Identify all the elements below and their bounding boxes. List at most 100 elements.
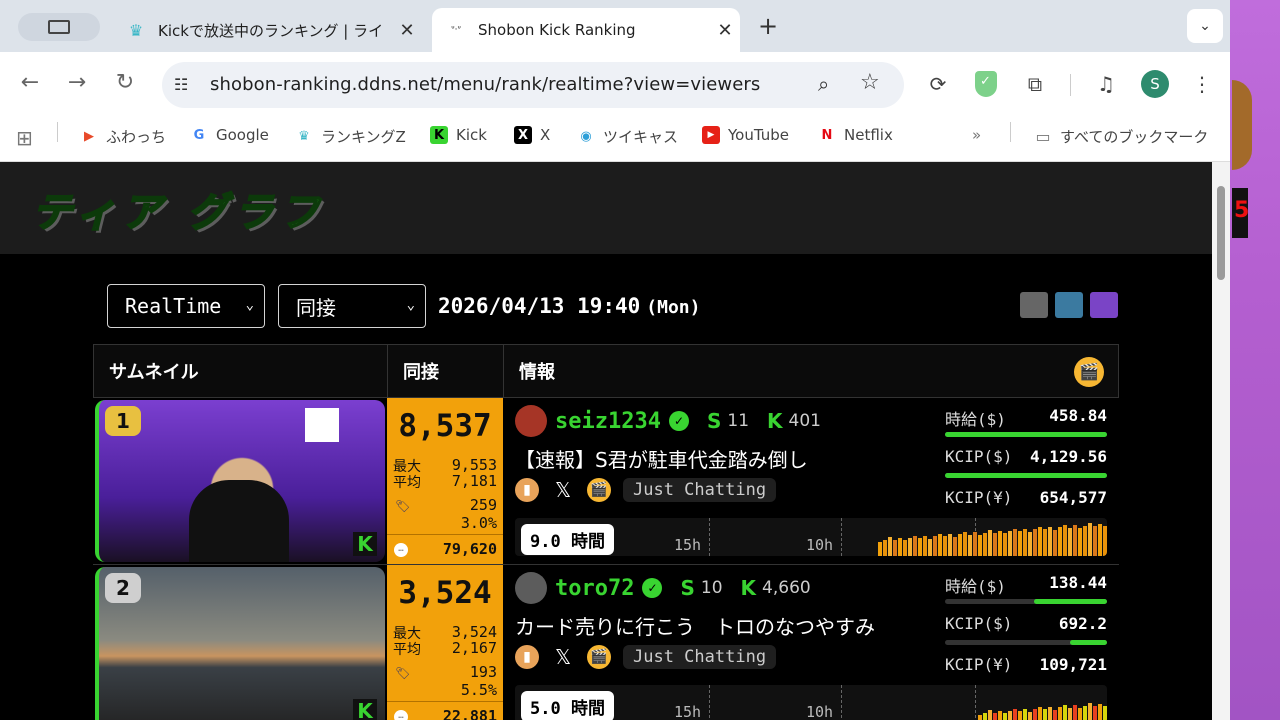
sync-extension-icon[interactable]: ⟳: [925, 72, 951, 96]
duration-value: 9.0: [530, 532, 561, 552]
tab-close-button[interactable]: ✕: [710, 20, 740, 41]
history-bar: [1008, 530, 1012, 556]
url-text[interactable]: shobon-ranking.ddns.net/menu/rank/realti…: [210, 74, 760, 95]
clapperboard-icon[interactable]: 🎬: [587, 645, 611, 669]
x-icon[interactable]: 𝕏: [551, 645, 575, 669]
back-button[interactable]: ←: [16, 70, 44, 95]
tab-list-dropdown[interactable]: ⌄: [1187, 9, 1223, 43]
hourly-value: 138.44: [1049, 573, 1107, 592]
zoom-icon[interactable]: ⌕: [818, 72, 829, 96]
history-bar: [893, 539, 897, 556]
tab-ranking-z[interactable]: ♛ Kickで放送中のランキング | ライ ✕: [112, 8, 422, 52]
platform-niconico-icon[interactable]: [1020, 292, 1048, 318]
col-header-viewers[interactable]: 同接: [388, 345, 504, 397]
media-control-icon[interactable]: ♫: [1093, 72, 1119, 96]
history-bar: [903, 540, 907, 556]
history-bar: [933, 536, 937, 556]
browser-window: ♛ Kickで放送中のランキング | ライ ✕ ᐡ·ᐡ Shobon Kick …: [0, 0, 1230, 720]
avg-value: 7,181: [451, 472, 497, 490]
bookmark-youtube[interactable]: ▶ YouTube: [702, 126, 789, 144]
hourly-bar: [945, 432, 1107, 437]
bookmark-kick[interactable]: K Kick: [430, 126, 487, 144]
stream-title[interactable]: カード売りに行こう トロのなつやすみ: [515, 611, 875, 640]
apps-grid-icon[interactable]: ⊞: [16, 126, 33, 150]
fuwacchi-icon: ▶: [84, 129, 94, 144]
platform-twitch-icon[interactable]: [1090, 292, 1118, 318]
category-badge[interactable]: Just Chatting: [623, 645, 777, 669]
profile-avatar[interactable]: S: [1141, 70, 1169, 98]
bookmark-star-icon[interactable]: ☆: [860, 70, 880, 95]
bookmark-twitcasting[interactable]: ◉ ツイキャス: [577, 126, 678, 147]
site-header: ティア グラフ: [0, 162, 1212, 254]
streamer-avatar[interactable]: [515, 572, 547, 604]
menu-kebab-icon[interactable]: ⋮: [1189, 72, 1215, 96]
category-badge[interactable]: Just Chatting: [623, 478, 777, 502]
thumbnail-cell[interactable]: 2 K: [93, 565, 387, 720]
history-bar: [978, 715, 982, 720]
clapperboard-icon[interactable]: 🎬: [1074, 357, 1104, 387]
timeline-label: 15h: [674, 536, 702, 554]
comment-count-value: 79,620: [442, 540, 497, 558]
stream-title[interactable]: 【速報】S君が駐車代金踏み倒し: [515, 444, 808, 473]
table-row[interactable]: 2 K 3,524 最大 3,524 平均 2,167 🏷 193 5.5% … 2…: [93, 565, 1119, 720]
address-bar[interactable]: ☷ shobon-ranking.ddns.net/menu/rank/real…: [162, 62, 904, 108]
forward-button[interactable]: →: [63, 70, 91, 95]
comment-bubble-icon: …: [394, 710, 408, 720]
history-bar: [1088, 703, 1092, 720]
kcip-usd: KCIP($) 692.2: [945, 614, 1107, 636]
page-content: ティア グラフ RealTime ⌄ 同接 ⌄ 2026/04/13 19:40…: [0, 162, 1212, 720]
more-bookmarks-chevron-icon[interactable]: »: [972, 126, 981, 144]
viewer-history-bars: [977, 685, 1107, 720]
platform-home-icon[interactable]: [1055, 292, 1083, 318]
page-scrollbar[interactable]: [1212, 162, 1230, 720]
sort-select[interactable]: 同接 ⌄: [278, 284, 426, 328]
folder-icon: ▭: [1035, 127, 1051, 146]
timeline-marker: [975, 685, 976, 720]
bookmark-label: ふわっち: [106, 128, 167, 146]
bookmark-fuwacchi[interactable]: ▶ ふわっち: [80, 126, 166, 147]
avg-label: 平均: [393, 642, 421, 658]
kcip-usd: KCIP($) 4,129.56: [945, 447, 1107, 469]
tag-count-value: 193: [469, 663, 497, 681]
tab-search-icon: [48, 20, 70, 34]
all-bookmarks-folder[interactable]: ▭ すべてのブックマーク: [1034, 126, 1208, 147]
shobon-icon: ᐡ·ᐡ: [451, 25, 461, 35]
comment-count-value: 22,881: [442, 707, 497, 720]
bookmark-google[interactable]: G Google: [190, 126, 269, 144]
viewer-count: 3,524: [398, 575, 492, 611]
extensions-puzzle-icon[interactable]: ⧉: [1022, 72, 1048, 96]
streamer-avatar[interactable]: [515, 405, 547, 437]
rank-badge: 2: [105, 573, 141, 603]
bookmark-label: YouTube: [728, 126, 789, 144]
streamer-username[interactable]: seiz1234: [555, 409, 661, 434]
table-row[interactable]: 1 K 8,537 最大 9,553 平均 7,181 🏷 259 3.0% … 7…: [93, 398, 1119, 565]
comment-count: … 79,620: [387, 534, 503, 564]
tab-close-button[interactable]: ✕: [392, 20, 422, 41]
clapperboard-icon[interactable]: 🎬: [587, 478, 611, 502]
shield-extension-icon[interactable]: [975, 71, 997, 97]
history-bar: [1023, 708, 1027, 720]
history-bar: [1068, 707, 1072, 720]
x-icon: X: [514, 126, 532, 144]
tab-search-button[interactable]: [18, 13, 100, 41]
history-bar: [938, 533, 942, 556]
history-bar: [1063, 525, 1067, 556]
thumbnail-cell[interactable]: 1 K: [93, 398, 387, 564]
tab-shobon-ranking[interactable]: ᐡ·ᐡ Shobon Kick Ranking ✕: [432, 8, 740, 52]
streamer-username[interactable]: toro72: [555, 576, 634, 601]
tab-strip: ♛ Kickで放送中のランキング | ライ ✕ ᐡ·ᐡ Shobon Kick …: [0, 0, 1230, 52]
scrollbar-thumb[interactable]: [1217, 186, 1225, 280]
new-tab-button[interactable]: +: [755, 12, 781, 40]
reload-button[interactable]: ↻: [111, 70, 139, 95]
site-info-icon[interactable]: ☷: [174, 75, 194, 95]
desktop-wallpaper-sign: 5: [1232, 188, 1249, 238]
bookmark-x[interactable]: XX: [514, 126, 550, 144]
verified-badge-icon: ✓: [668, 411, 689, 431]
site-logo[interactable]: ティア グラフ: [31, 180, 326, 238]
bookmark-ranking-z[interactable]: ♛ ランキングZ: [295, 126, 406, 147]
mode-select[interactable]: RealTime ⌄: [107, 284, 265, 328]
x-icon[interactable]: 𝕏: [551, 478, 575, 502]
history-bar: [1003, 713, 1007, 720]
history-bar: [963, 532, 967, 556]
bookmark-netflix[interactable]: N Netflix: [818, 126, 893, 144]
